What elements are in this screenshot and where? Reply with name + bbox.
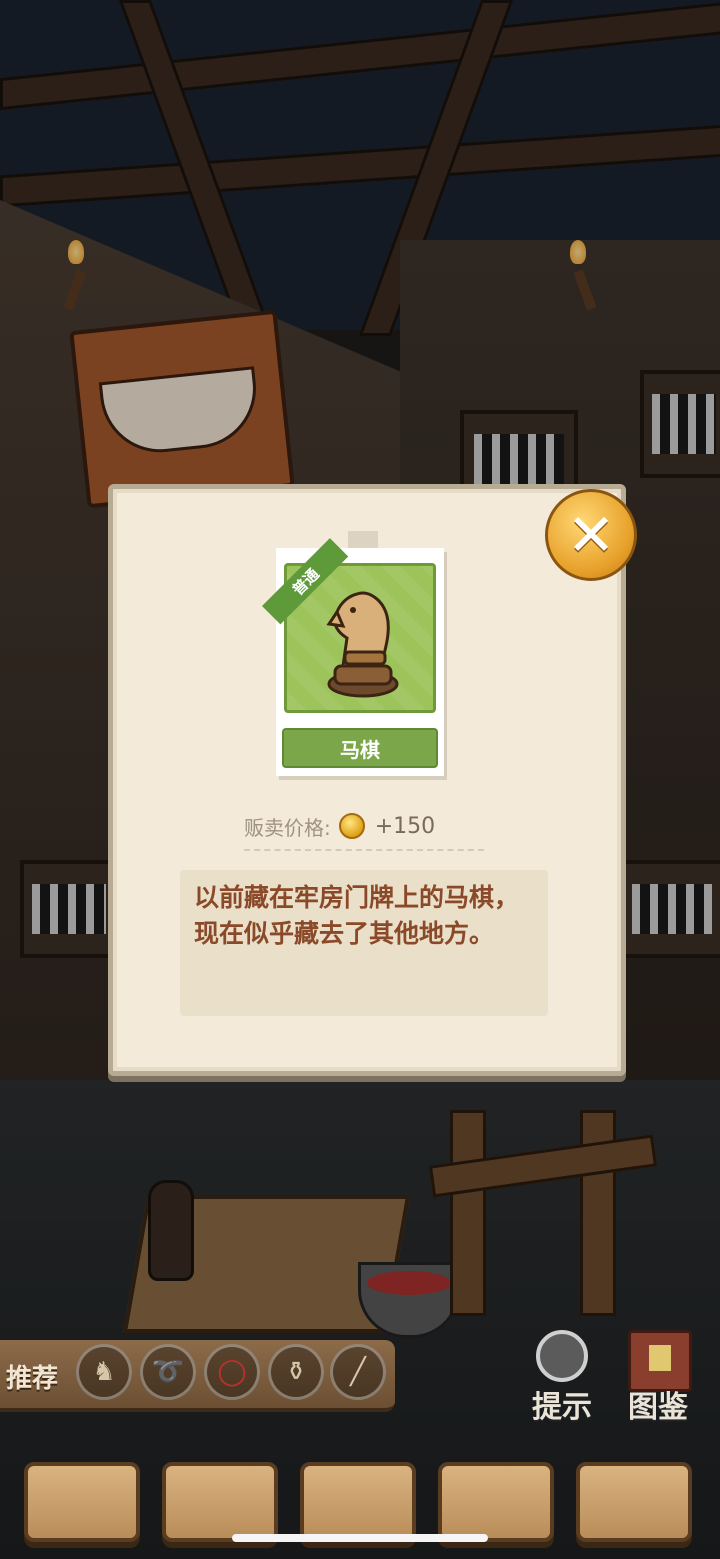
inventory-slot[interactable] (576, 1462, 692, 1542)
knight-icon: ♞ (92, 1357, 116, 1387)
lantern-icon: ⚱ (285, 1357, 307, 1387)
price-divider (244, 849, 484, 851)
price-label: 贩卖价格: (244, 815, 331, 840)
item-description: 以前藏在牢房门牌上的马棋，现在似乎藏去了其他地方。 (180, 870, 548, 1016)
recommend-label: 推荐 (6, 1364, 59, 1394)
home-indicator[interactable] (232, 1534, 488, 1542)
recommend-slot-ring[interactable]: ◯ (204, 1344, 260, 1400)
recommend-slot-lantern[interactable]: ⚱ (268, 1344, 324, 1400)
ring-icon: ◯ (217, 1357, 247, 1387)
price-value: +150 (374, 813, 436, 839)
catalog-button[interactable]: 图鉴 (618, 1330, 698, 1425)
rope-icon: ➰ (151, 1357, 185, 1387)
price-row: 贩卖价格: +150 (244, 808, 484, 844)
item-card: 普通 马棋 (262, 538, 444, 776)
recommend-slot-knight[interactable]: ♞ (76, 1344, 132, 1400)
inventory-slot[interactable] (24, 1462, 140, 1542)
close-button[interactable]: ✕ (545, 489, 637, 581)
recommend-slot-stick[interactable]: ╱ (330, 1344, 386, 1400)
hint-button[interactable]: 提示 (522, 1330, 602, 1425)
recommend-slot-rope[interactable]: ➰ (140, 1344, 196, 1400)
magnifier-icon (536, 1330, 588, 1382)
inventory-slot[interactable] (438, 1462, 554, 1542)
hint-label: 提示 (532, 1390, 592, 1425)
inventory-slot[interactable] (300, 1462, 416, 1542)
catalog-label: 图鉴 (628, 1390, 688, 1425)
close-icon: ✕ (566, 501, 616, 569)
stick-icon: ╱ (350, 1357, 366, 1387)
coin-icon (338, 813, 365, 839)
item-name: 马棋 (282, 728, 438, 768)
inventory-slot[interactable] (162, 1462, 278, 1542)
